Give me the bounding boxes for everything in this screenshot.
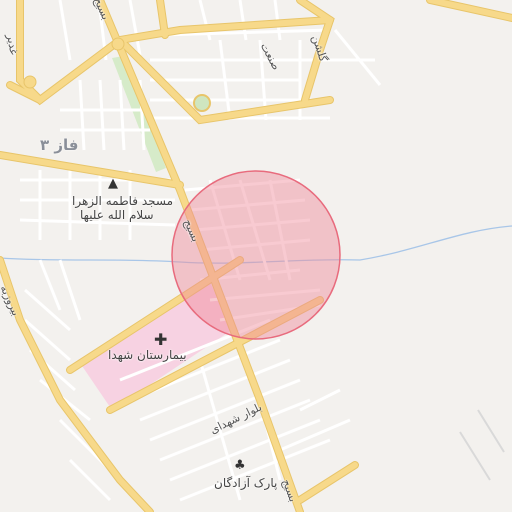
roundabout [193,94,211,112]
district-label: فاز ۳ [40,136,79,154]
tree-icon: ♣ [234,458,246,473]
mosque-label-line1[interactable]: مسجد فاطمه الزهرا [72,194,173,208]
roundabout [111,37,125,51]
map-canvas[interactable]: فاز ۳ ▲ مسجد فاطمه الزهرا سلام الله علیه… [0,0,512,512]
park-label[interactable]: پارک آزادگان [214,476,277,490]
mosque-icon: ▲ [108,176,118,191]
hospital-cross-icon: ✚ [154,330,168,349]
highlight-circle [171,170,341,340]
hospital-label[interactable]: بیمارستان شهدا [108,348,187,362]
mosque-label-line2[interactable]: سلام الله علیها [80,208,154,222]
map-base-layer [0,0,512,512]
roundabout [23,75,37,89]
